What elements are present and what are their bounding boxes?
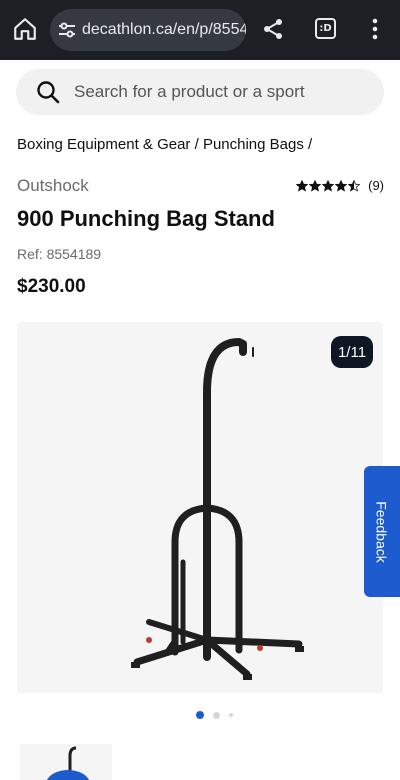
- star-icon: [322, 179, 335, 192]
- carousel-dot[interactable]: [196, 711, 204, 719]
- url-text[interactable]: decathlon.ca/en/p/8554: [82, 21, 246, 39]
- star-icon: [348, 179, 361, 192]
- search-bar[interactable]: Search for a product or a sport: [16, 69, 384, 115]
- breadcrumb-item-boxing[interactable]: Boxing Equipment & Gear /: [17, 136, 199, 153]
- feedback-label: Feedback: [374, 500, 391, 563]
- carousel-dots: [196, 711, 233, 719]
- url-bar[interactable]: decathlon.ca/en/p/8554: [50, 9, 246, 51]
- tune-icon[interactable]: [58, 21, 76, 39]
- home-icon[interactable]: [12, 16, 38, 42]
- gallery-thumbnail[interactable]: [20, 744, 112, 780]
- tabs-icon[interactable]: :D: [315, 18, 336, 39]
- more-vert-icon[interactable]: [368, 16, 382, 42]
- punching-bag-stand-image: [131, 338, 304, 680]
- rating-stars: [296, 179, 361, 192]
- product-brand[interactable]: Outshock: [17, 176, 89, 196]
- image-counter: 1/11: [331, 336, 373, 368]
- product-image-gallery[interactable]: [17, 322, 383, 693]
- search-placeholder[interactable]: Search for a product or a sport: [74, 82, 305, 102]
- product-ref: Ref: 8554189: [17, 246, 102, 262]
- search-icon: [37, 81, 60, 104]
- star-icon: [296, 179, 309, 192]
- product-price: $230.00: [17, 276, 86, 297]
- carousel-dot[interactable]: [229, 713, 233, 717]
- breadcrumb-item-punching-bags[interactable]: Punching Bags /: [203, 136, 312, 153]
- breadcrumb: Boxing Equipment & Gear / Punching Bags …: [17, 136, 312, 153]
- page-title: 900 Punching Bag Stand: [17, 206, 275, 231]
- rating-count[interactable]: (9): [368, 178, 384, 193]
- browser-toolbar: decathlon.ca/en/p/8554 :D: [0, 0, 400, 60]
- thumbnail-image: [46, 746, 90, 780]
- carousel-dot[interactable]: [213, 711, 220, 719]
- share-icon[interactable]: [262, 18, 284, 40]
- star-icon: [335, 179, 348, 192]
- feedback-button[interactable]: Feedback: [364, 466, 400, 597]
- star-icon: [309, 179, 322, 192]
- product-rating[interactable]: (9): [296, 178, 384, 193]
